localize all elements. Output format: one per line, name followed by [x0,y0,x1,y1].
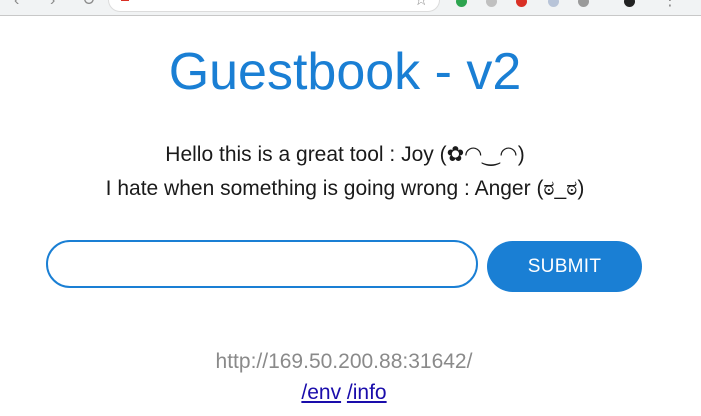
browser-toolbar: ‹ › ↻ ☆ ⋮ [0,0,701,16]
menu-icon[interactable]: ⋮ [662,0,678,9]
reload-icon[interactable]: ↻ [82,0,95,9]
extension-icon[interactable] [486,0,497,7]
back-icon[interactable]: ‹ [14,0,19,9]
extension-icon[interactable] [516,0,527,7]
bookmark-star-icon[interactable]: ☆ [414,0,428,9]
submit-button[interactable]: SUBMIT [487,241,642,292]
page-title: Guestbook - v2 [168,43,522,101]
guestbook-entry-input[interactable] [46,240,478,288]
extension-icon[interactable] [456,0,467,7]
profile-avatar[interactable] [624,0,635,7]
env-link[interactable]: /env [301,381,341,404]
server-address: http://169.50.200.88:31642/ [215,350,473,373]
info-link[interactable]: /info [347,381,387,404]
footer-links: /env /info [0,380,688,406]
guestbook-entry: Hello this is a great tool : Joy (✿◠‿◠) [165,143,525,166]
forward-icon[interactable]: › [50,0,55,9]
extension-icon[interactable] [578,0,589,7]
not-secure-icon [121,0,129,1]
guestbook-entry: I hate when something is going wrong : A… [105,177,585,200]
address-bar[interactable] [108,0,440,12]
extension-icon[interactable] [548,0,559,7]
